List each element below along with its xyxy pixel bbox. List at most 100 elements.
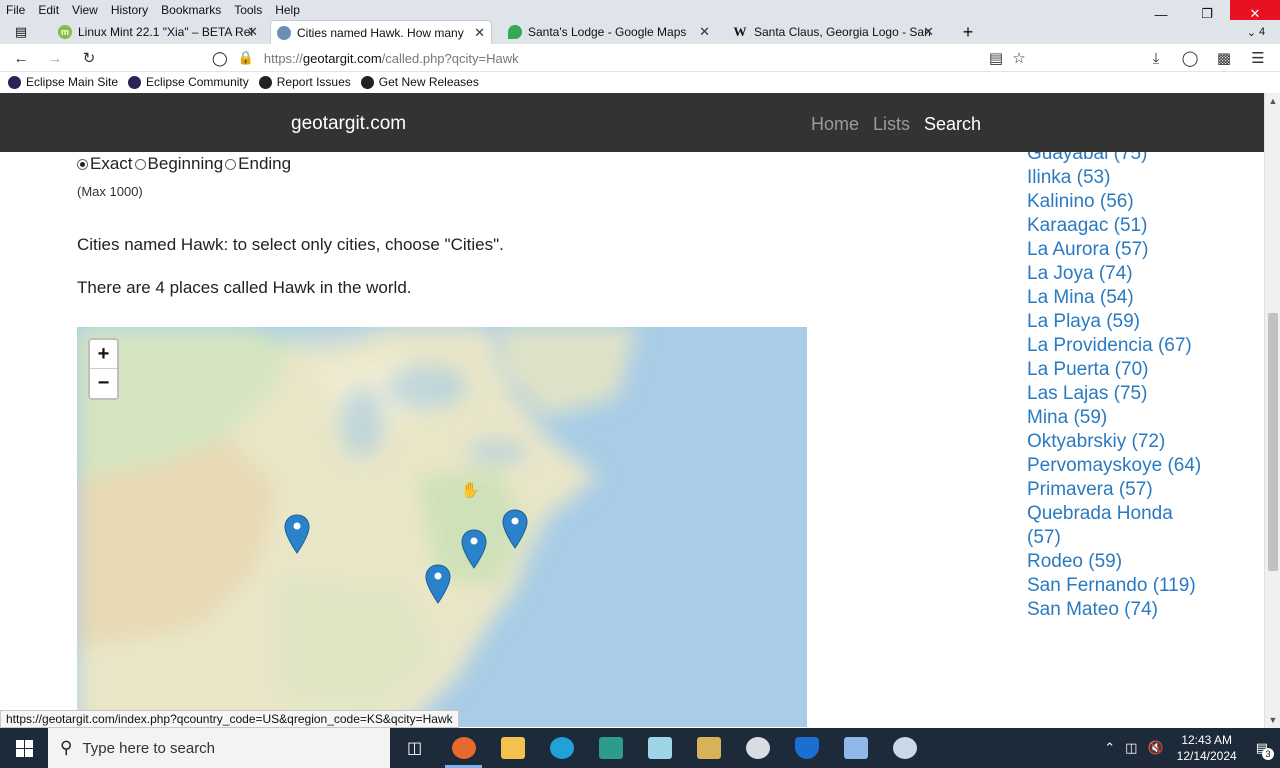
map-marker[interactable] <box>461 529 487 569</box>
radio-beginning[interactable]: Beginning <box>134 154 223 174</box>
radio-button-icon[interactable] <box>225 158 237 170</box>
zoom-in-button[interactable]: + <box>90 340 117 369</box>
menu-bookmarks[interactable]: Bookmarks <box>155 0 228 20</box>
list-all-tabs-button[interactable]: ▤ <box>6 20 36 44</box>
list-item[interactable]: Guayabal (75) <box>1027 152 1207 166</box>
list-item[interactable]: Las Lajas (75) <box>1027 382 1207 406</box>
notifications-icon[interactable]: ▤ 3 <box>1256 740 1274 760</box>
extensions-button[interactable]: ▩ <box>1213 48 1235 68</box>
map-marker[interactable] <box>502 509 528 549</box>
zoom-out-button[interactable]: − <box>90 369 117 398</box>
back-button[interactable]: ← <box>10 48 32 68</box>
back-arrow-icon: ← <box>13 49 29 67</box>
taskbar-paint[interactable] <box>880 728 929 768</box>
download-icon: ⤓ <box>1152 49 1160 67</box>
chevron-up-icon[interactable]: ⌃ <box>1104 740 1115 756</box>
lock-icon[interactable]: 🔒 <box>238 50 254 66</box>
taskbar-edge[interactable] <box>537 728 586 768</box>
map-marker[interactable] <box>425 564 451 604</box>
list-item[interactable]: Mina (59) <box>1027 406 1207 430</box>
wikipedia-favicon: W <box>733 24 747 39</box>
reader-view-button[interactable]: ▤ <box>985 48 1007 68</box>
bookmark-eclipse-community[interactable]: Eclipse Community <box>128 75 249 89</box>
list-item[interactable]: La Providencia (67) <box>1027 334 1207 358</box>
tab-linux-mint[interactable]: m Linux Mint 22.1 "Xia" – BETA Rel ✕ <box>52 20 264 44</box>
map-marker[interactable] <box>284 514 310 554</box>
list-item[interactable]: Primavera (57) <box>1027 478 1207 502</box>
list-item[interactable]: Rodeo (59) <box>1027 550 1207 574</box>
taskbar-defender[interactable] <box>782 728 831 768</box>
address-bar[interactable]: ◯ 🔒 https://geotargit.com/called.php?qci… <box>212 46 1038 70</box>
task-view-button[interactable]: ◫ <box>390 728 439 768</box>
taskbar-search-input[interactable]: ⚲ Type here to search <box>48 728 390 768</box>
tab-overflow-button[interactable]: ⌄ 4 <box>1240 20 1272 44</box>
radio-button-icon[interactable] <box>77 158 88 170</box>
menu-tools[interactable]: Tools <box>228 0 269 20</box>
forward-button[interactable]: → <box>44 48 66 68</box>
list-item[interactable]: San Mateo (74) <box>1027 598 1207 622</box>
list-item[interactable]: San Fernando (119) <box>1027 574 1207 598</box>
bookmark-report-issues[interactable]: Report Issues <box>258 75 351 89</box>
bookmark-star-button[interactable]: ☆ <box>1008 48 1030 68</box>
menu-view[interactable]: View <box>66 0 105 20</box>
status-link-preview: https://geotargit.com/index.php?qcountry… <box>0 710 459 728</box>
menu-edit[interactable]: Edit <box>32 0 66 20</box>
taskbar-remote-desktop[interactable] <box>831 728 880 768</box>
list-item[interactable]: Karaagac (51) <box>1027 214 1207 238</box>
new-tab-button[interactable]: + <box>956 20 980 44</box>
radio-ending[interactable]: Ending <box>225 154 291 174</box>
monitor-icon <box>843 737 868 759</box>
radio-button-icon[interactable] <box>134 158 146 170</box>
list-item[interactable]: Quebrada Honda (57) <box>1027 502 1207 550</box>
scrollbar-thumb[interactable] <box>1268 313 1278 571</box>
reload-button[interactable]: ↻ <box>78 48 100 68</box>
list-item[interactable]: La Puerta (70) <box>1027 358 1207 382</box>
site-brand-link[interactable]: geotargit.com <box>291 113 406 135</box>
list-item[interactable]: Kalinino (56) <box>1027 190 1207 214</box>
bookmark-get-new-releases[interactable]: Get New Releases <box>360 75 479 89</box>
close-tab-icon[interactable]: ✕ <box>923 24 934 40</box>
list-item[interactable]: La Joya (74) <box>1027 262 1207 286</box>
list-item[interactable]: La Playa (59) <box>1027 310 1207 334</box>
close-tab-icon[interactable]: ✕ <box>247 24 258 40</box>
network-icon[interactable]: ◫ <box>1125 740 1137 756</box>
menu-file[interactable]: File <box>0 0 32 20</box>
list-item[interactable]: Oktyabrskiy (72) <box>1027 430 1207 454</box>
tab-santas-lodge[interactable]: Santa's Lodge - Google Maps ✕ <box>502 20 716 44</box>
tab-santa-claus-logo[interactable]: W Santa Claus, Georgia Logo - San ✕ <box>726 20 940 44</box>
menu-help[interactable]: Help <box>269 0 307 20</box>
nav-lists[interactable]: Lists <box>873 114 910 135</box>
page-scrollbar[interactable]: ▲ ▼ <box>1264 93 1280 728</box>
taskbar-firefox[interactable] <box>439 728 488 768</box>
taskbar-notepad[interactable] <box>635 728 684 768</box>
list-item[interactable]: La Mina (54) <box>1027 286 1207 310</box>
shield-icon[interactable]: ◯ <box>212 50 228 67</box>
tab-cities-named-hawk[interactable]: Cities named Hawk. How many ✕ <box>270 20 492 44</box>
taskbar-disc[interactable] <box>733 728 782 768</box>
start-button[interactable] <box>0 728 48 768</box>
radio-exact[interactable]: Exact <box>77 154 133 174</box>
nav-search[interactable]: Search <box>924 114 981 135</box>
scroll-down-arrow-icon[interactable]: ▼ <box>1265 712 1280 728</box>
bookmark-eclipse-main-site[interactable]: Eclipse Main Site <box>8 75 118 89</box>
menu-history[interactable]: History <box>105 0 155 20</box>
list-item[interactable]: Ilinka (53) <box>1027 166 1207 190</box>
downloads-button[interactable]: ⤓ <box>1145 48 1167 68</box>
scroll-up-arrow-icon[interactable]: ▲ <box>1265 93 1280 109</box>
account-button[interactable]: ◯ <box>1179 48 1201 68</box>
taskbar-clock[interactable]: 12:43 AM 12/14/2024 <box>1177 732 1237 764</box>
close-tab-icon[interactable]: ✕ <box>699 24 710 40</box>
taskbar-app-tools[interactable] <box>684 728 733 768</box>
nav-home[interactable]: Home <box>811 114 859 135</box>
eclipse-icon <box>128 75 142 89</box>
results-map[interactable]: + − ✋ <box>77 327 807 727</box>
taskbar-visual-studio[interactable] <box>586 728 635 768</box>
volume-muted-icon[interactable]: 🔇 <box>1147 740 1163 756</box>
list-item[interactable]: Pervomayskoye (64) <box>1027 454 1207 478</box>
close-tab-icon[interactable]: ✕ <box>474 25 485 41</box>
app-menu-button[interactable]: ☰ <box>1247 48 1269 68</box>
google-maps-favicon <box>508 25 522 39</box>
list-item[interactable]: La Aurora (57) <box>1027 238 1207 262</box>
taskbar-file-explorer[interactable] <box>488 728 537 768</box>
max-results-note: (Max 1000) <box>77 184 143 199</box>
